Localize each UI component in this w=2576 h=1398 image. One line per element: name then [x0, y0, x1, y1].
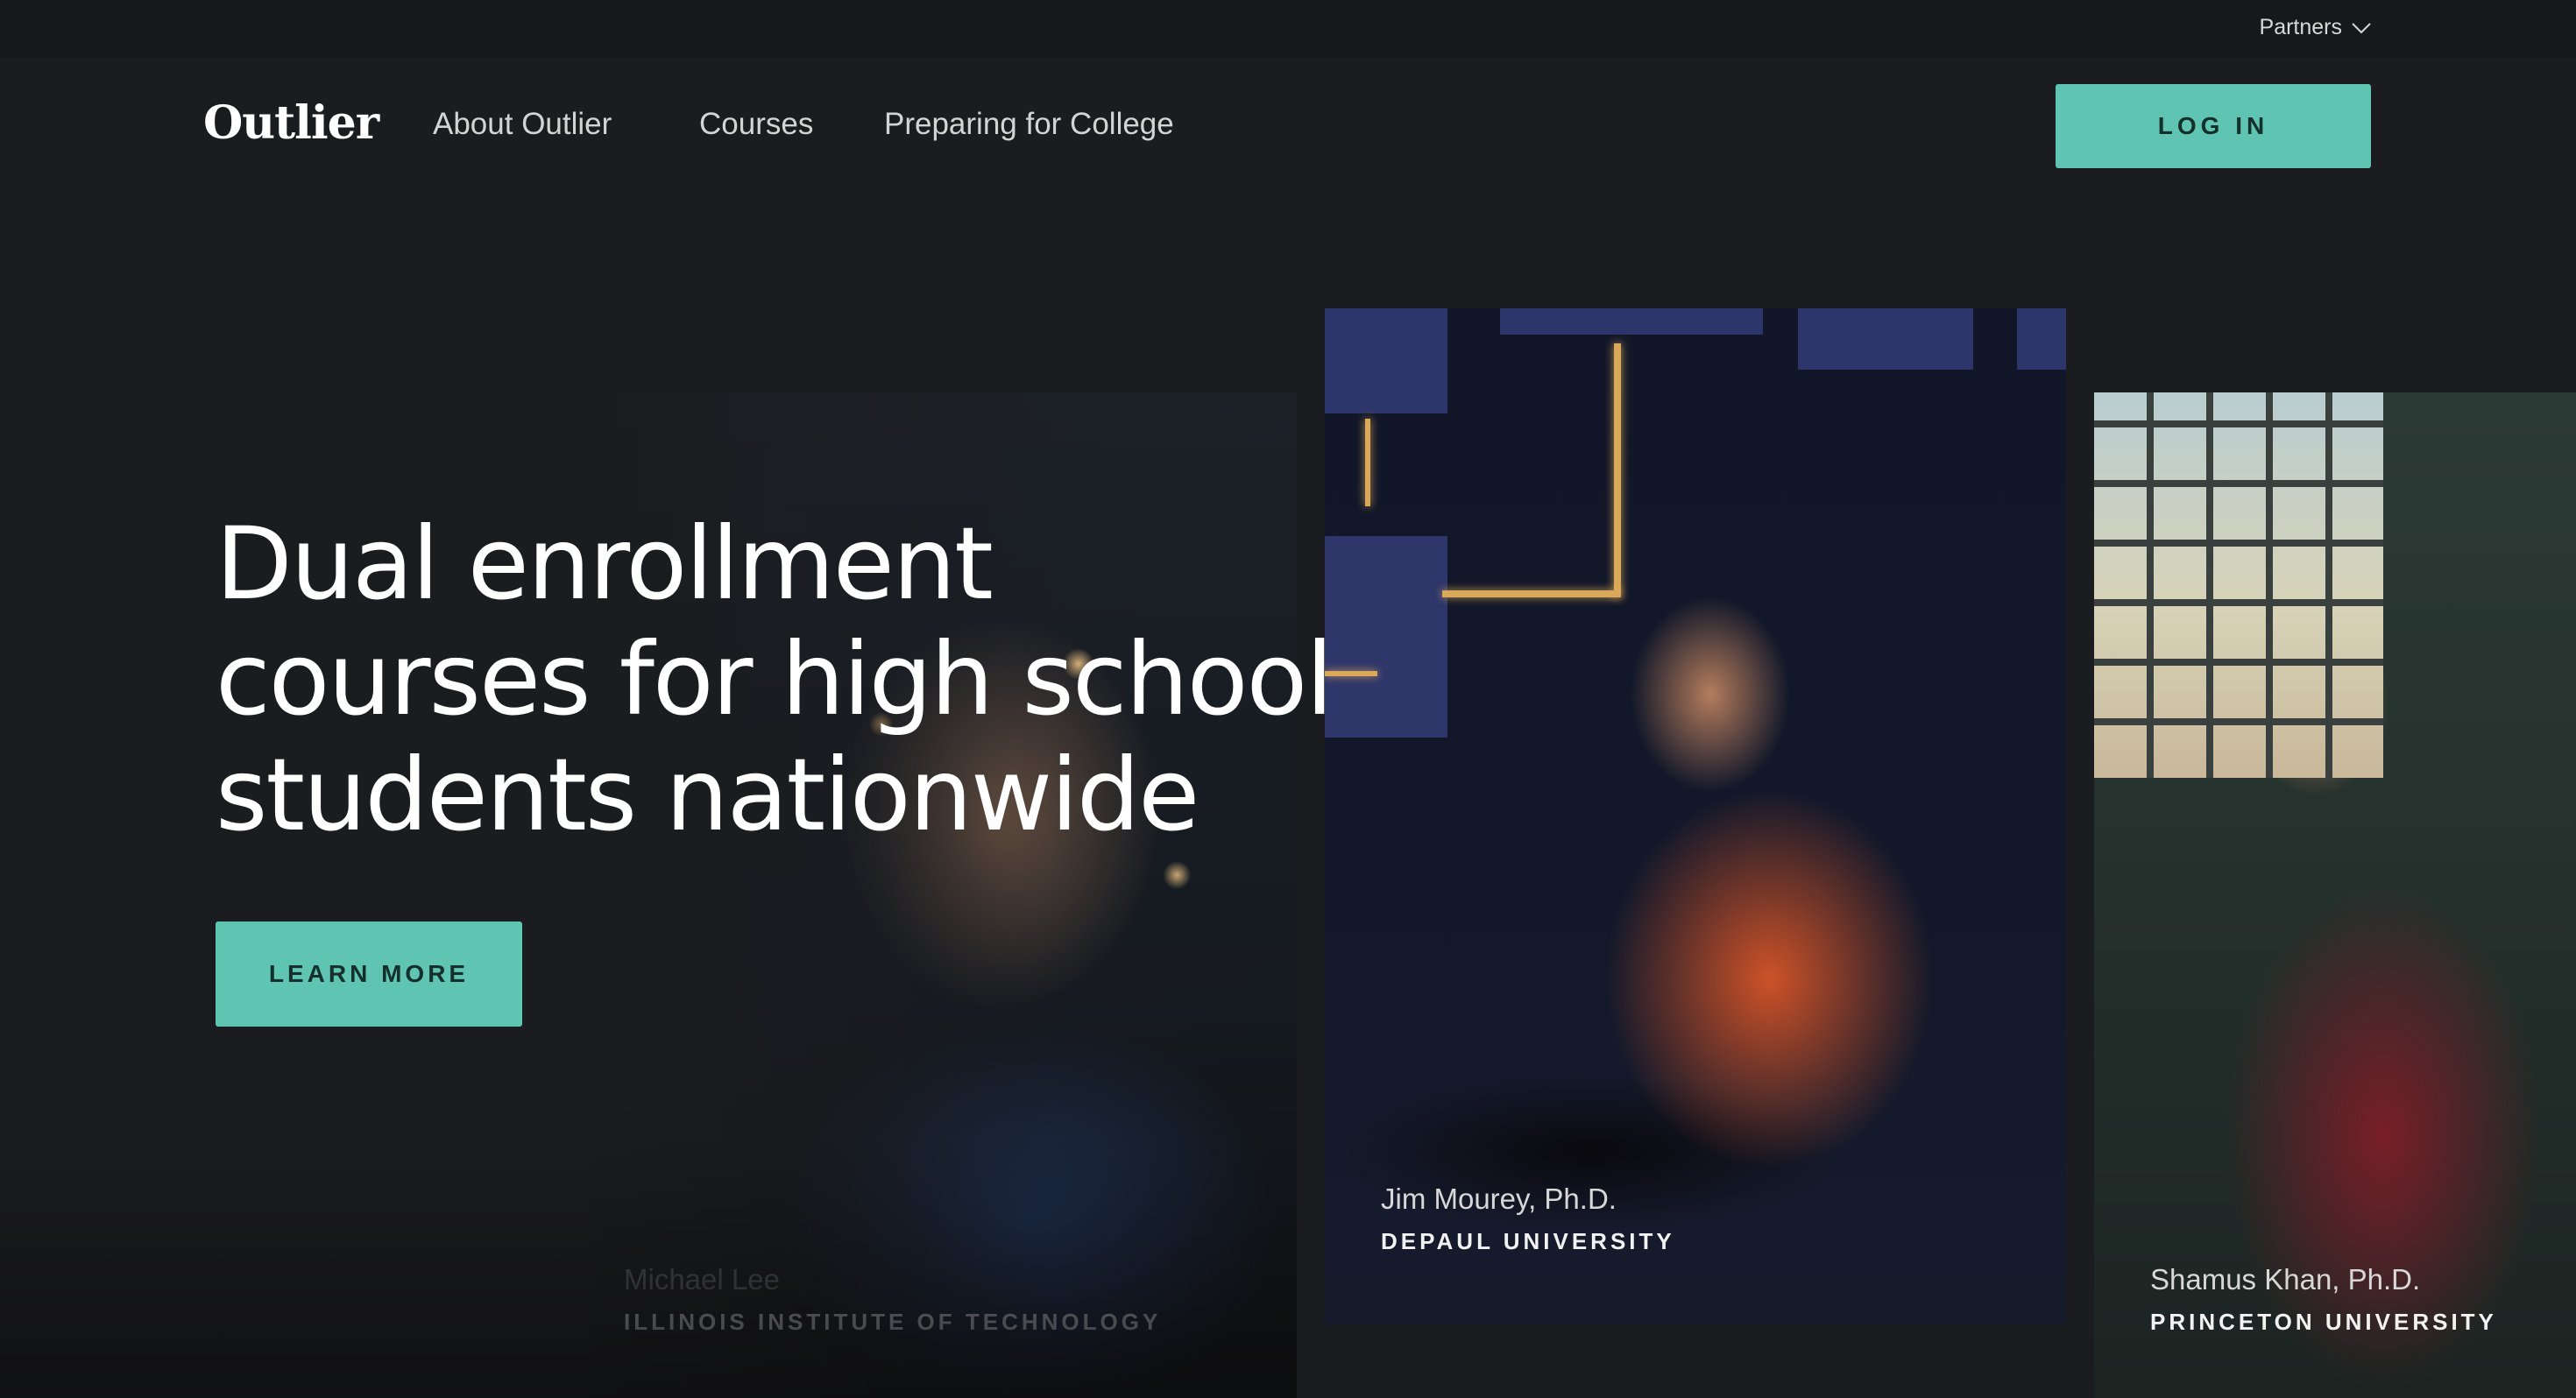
instructor-caption: Michael Lee ILLINOIS INSTITUTE OF TECHNO… [624, 1263, 1161, 1336]
neon-light [1365, 419, 1370, 506]
hero: Dual enrollment courses for high school … [216, 506, 1355, 1027]
instructor-school: DEPAUL UNIVERSITY [1381, 1228, 1675, 1254]
hero-title-line: courses for high school [216, 621, 1334, 738]
background-panel [1798, 308, 1973, 370]
chevron-down-icon [2352, 22, 2371, 33]
background-panel [2017, 308, 2066, 370]
hero-title-line: Dual enrollment [216, 505, 994, 622]
background-panel [1325, 308, 1447, 413]
learn-more-button[interactable]: LEARN MORE [216, 921, 522, 1027]
utility-bar: Partners [0, 0, 2576, 58]
neon-light [1442, 590, 1621, 597]
instructor-name: Jim Mourey, Ph.D. [1381, 1183, 1617, 1215]
instructor-card-jim-mourey: Jim Mourey, Ph.D. DEPAUL UNIVERSITY [1325, 308, 2066, 1324]
neon-light [1614, 343, 1621, 597]
nav-link-preparing-for-college[interactable]: Preparing for College [884, 107, 1174, 142]
nav-link-about[interactable]: About Outlier [433, 107, 612, 142]
partners-label: Partners [2259, 15, 2342, 39]
background-panel [1500, 308, 1763, 335]
login-button[interactable]: LOG IN [2056, 84, 2371, 168]
instructor-name: Shamus Khan, Ph.D. [2150, 1263, 2421, 1296]
background-window [2094, 392, 2383, 778]
hero-title: Dual enrollment courses for high school … [216, 506, 1355, 853]
instructor-caption: Jim Mourey, Ph.D. DEPAUL UNIVERSITY [1381, 1183, 1675, 1255]
instructor-card-shamus-khan: Shamus Khan, Ph.D. PRINCETON UNIVERSITY [2094, 392, 2576, 1398]
instructor-school: ILLINOIS INSTITUTE OF TECHNOLOGY [624, 1309, 1162, 1335]
main-nav: Outlier About Outlier Courses Preparing … [0, 58, 2576, 194]
nav-link-courses[interactable]: Courses [699, 107, 813, 142]
page: Partners Outlier About Outlier Courses P… [0, 0, 2576, 1398]
instructor-school: PRINCETON UNIVERSITY [2150, 1309, 2497, 1335]
hero-title-line: students nationwide [216, 737, 1200, 853]
instructor-caption: Shamus Khan, Ph.D. PRINCETON UNIVERSITY [2150, 1263, 2497, 1336]
partners-dropdown[interactable]: Partners [2260, 15, 2372, 40]
outlier-logo[interactable]: Outlier [203, 96, 379, 150]
instructor-name: Michael Lee [624, 1263, 780, 1296]
